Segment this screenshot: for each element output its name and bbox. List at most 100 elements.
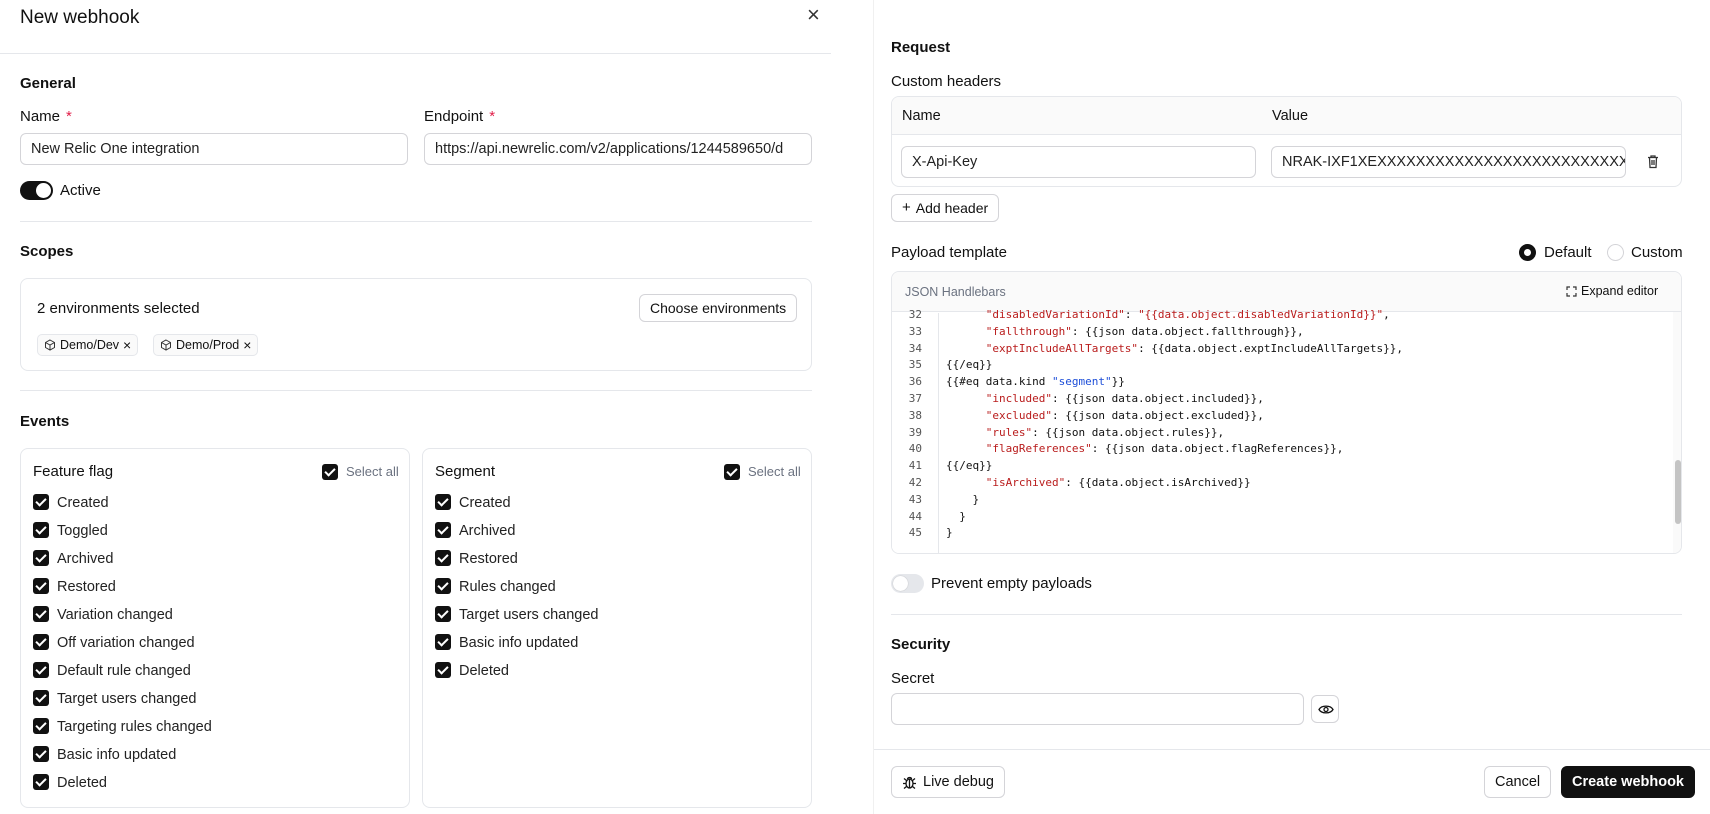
code-text: : {{data.object.isArchived}} — [1065, 475, 1251, 489]
live-debug-button[interactable]: Live debug — [891, 766, 1005, 798]
custom-headers-label: Custom headers — [891, 73, 1002, 90]
select-all-label: Select all — [346, 464, 399, 479]
editor-scrollbar[interactable] — [1673, 312, 1681, 553]
code-line: } — [946, 525, 1666, 542]
prevent-empty-label: Prevent empty payloads — [931, 575, 1092, 592]
expand-icon — [1566, 285, 1577, 297]
plus-icon: + — [902, 199, 911, 216]
code-line: "included": {{json data.object.included}… — [946, 391, 1666, 408]
general-section-title: General — [20, 75, 76, 92]
create-webhook-button[interactable]: Create webhook — [1561, 766, 1695, 798]
checkbox-ff-off-variation-changed[interactable] — [33, 634, 49, 650]
feature-flag-title: Feature flag — [33, 463, 114, 480]
select-all-label: Select all — [748, 464, 801, 479]
label-seg-archived: Archived — [459, 523, 516, 539]
general-divider — [20, 221, 812, 222]
label-ff-default-rule-changed: Default rule changed — [57, 663, 191, 679]
segment-events-card: Segment Select all Created Archived Rest… — [422, 448, 812, 808]
secret-input[interactable] — [891, 693, 1304, 725]
code-content[interactable]: "disabledVariationId": "{{data.object.di… — [946, 307, 1666, 553]
header-value-input[interactable]: NRAK-IXF1XEXXXXXXXXXXXXXXXXXXXXXXXXXX — [1271, 146, 1626, 178]
checkbox-seg-rules-changed[interactable] — [435, 578, 451, 594]
label-seg-basic-info-updated: Basic info updated — [459, 635, 579, 651]
label-ff-deleted: Deleted — [57, 775, 107, 791]
custom-radio[interactable] — [1607, 244, 1624, 261]
active-toggle[interactable] — [20, 181, 53, 200]
scopes-divider — [20, 390, 812, 391]
checkbox-ff-default-rule-changed[interactable] — [33, 662, 49, 678]
label-ff-variation-changed: Variation changed — [57, 607, 173, 623]
code-key: "flagReferences" — [946, 442, 1092, 456]
header-divider — [0, 53, 831, 54]
label-seg-deleted: Deleted — [459, 663, 509, 679]
required-mark: * — [489, 108, 496, 125]
payload-template-label: Payload template — [891, 244, 1007, 261]
checkbox-seg-restored[interactable] — [435, 550, 451, 566]
choose-environments-button[interactable]: Choose environments — [639, 294, 798, 322]
bug-icon — [903, 776, 916, 789]
code-line: {{#eq data.kind "segment"}} — [946, 374, 1666, 391]
code-text: {{/eq}} — [946, 358, 993, 372]
checkbox-ff-archived[interactable] — [33, 550, 49, 566]
code-text: : {{json data.object.fallthrough}}, — [1071, 324, 1304, 338]
payload-divider — [891, 614, 1682, 615]
default-radio-label: Default — [1544, 244, 1592, 261]
dialog-title: New webhook — [20, 7, 140, 28]
line-numbers: 32 33 34 35 36 37 38 39 40 41 42 43 44 45 — [908, 308, 922, 540]
code-key: "disabledVariationId" — [946, 308, 1125, 321]
footer-divider — [874, 749, 1710, 750]
checkbox-ff-deleted[interactable] — [33, 774, 49, 790]
label-seg-target-users-changed: Target users changed — [459, 607, 599, 623]
checkbox-ff-targeting-rules-changed[interactable] — [33, 718, 49, 734]
code-line: "rules": {{json data.object.rules}}, — [946, 425, 1666, 442]
label-ff-archived: Archived — [57, 551, 114, 567]
editor-scrollbar-thumb[interactable] — [1675, 460, 1681, 524]
remove-chip-icon[interactable]: × — [243, 335, 251, 355]
expand-editor-button[interactable]: Expand editor — [1566, 284, 1658, 298]
code-key: "rules" — [946, 425, 1033, 439]
code-line: "isArchived": {{data.object.isArchived}} — [946, 475, 1666, 492]
code-text: {{#eq data.kind — [946, 375, 1052, 389]
code-key: "fallthrough" — [946, 324, 1072, 338]
checkbox-ff-basic-info-updated[interactable] — [33, 746, 49, 762]
select-all-checkbox[interactable] — [322, 464, 338, 480]
code-text: } — [946, 509, 966, 523]
select-all-checkbox[interactable] — [724, 464, 740, 480]
code-string: "segment" — [1051, 375, 1112, 389]
checkbox-seg-created[interactable] — [435, 494, 451, 510]
code-line: {{/eq}} — [946, 458, 1666, 475]
checkbox-seg-deleted[interactable] — [435, 662, 451, 678]
checkbox-seg-target-users-changed[interactable] — [435, 606, 451, 622]
endpoint-input[interactable]: https://api.newrelic.com/v2/applications… — [424, 133, 812, 165]
checkbox-seg-basic-info-updated[interactable] — [435, 634, 451, 650]
label-ff-target-users-changed: Target users changed — [57, 691, 197, 707]
code-line: "flagReferences": {{json data.object.fla… — [946, 441, 1666, 458]
name-label: Name * — [20, 108, 72, 125]
prevent-empty-toggle[interactable] — [891, 574, 924, 593]
env-chip-dev: Demo/Dev × — [37, 334, 139, 356]
name-input[interactable]: New Relic One integration — [20, 133, 408, 165]
col-name-header: Name — [902, 108, 941, 124]
checkbox-ff-restored[interactable] — [33, 578, 49, 594]
cancel-button[interactable]: Cancel — [1484, 766, 1552, 798]
close-icon[interactable]: × — [807, 2, 820, 28]
checkbox-seg-archived[interactable] — [435, 522, 451, 538]
checkbox-ff-created[interactable] — [33, 494, 49, 510]
secret-label: Secret — [891, 670, 935, 687]
checkbox-ff-variation-changed[interactable] — [33, 606, 49, 622]
segment-title: Segment — [435, 463, 496, 480]
reveal-secret-button[interactable] — [1311, 695, 1339, 723]
header-name-input[interactable]: X-Api-Key — [901, 146, 1256, 178]
trash-icon[interactable] — [1646, 154, 1660, 169]
code-text: : {{data.object.exptIncludeAllTargets}}, — [1138, 341, 1403, 355]
label-ff-off-variation-changed: Off variation changed — [57, 635, 195, 651]
cube-icon — [45, 339, 55, 351]
checkbox-ff-toggled[interactable] — [33, 522, 49, 538]
checkbox-ff-target-users-changed[interactable] — [33, 690, 49, 706]
remove-chip-icon[interactable]: × — [123, 335, 131, 355]
default-radio[interactable] — [1519, 244, 1536, 261]
code-line: } — [946, 492, 1666, 509]
add-header-button[interactable]: + Add header — [891, 194, 1000, 222]
label-ff-toggled: Toggled — [57, 523, 108, 539]
code-lines: "disabledVariationId": "{{data.object.di… — [946, 307, 1666, 542]
